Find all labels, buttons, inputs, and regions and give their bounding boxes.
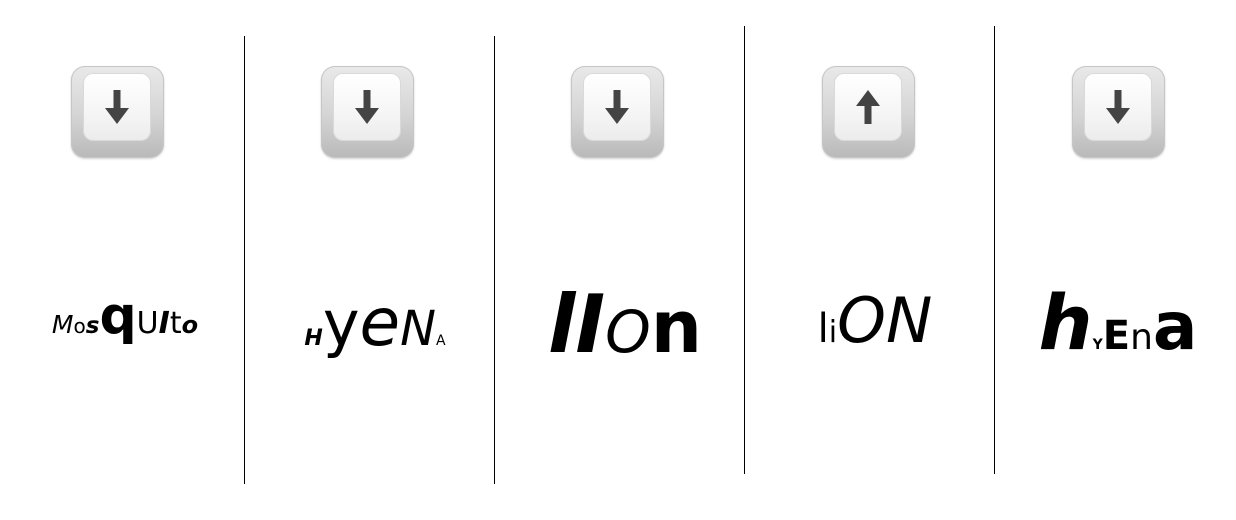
key-face xyxy=(1085,74,1151,140)
scrambled-word: l I O n xyxy=(500,285,750,375)
key-down-button[interactable] xyxy=(71,66,164,158)
scrambled-word: l i O N xyxy=(750,290,1000,370)
panel-lion-2: l i O N xyxy=(750,0,1000,520)
word-letter: I xyxy=(158,306,170,341)
arrow-down-icon xyxy=(605,90,629,124)
word-letter: i xyxy=(828,315,838,350)
key-face xyxy=(584,74,650,140)
word-letter: e xyxy=(359,284,401,361)
key-down-button[interactable] xyxy=(321,66,414,158)
word-letter: n xyxy=(650,285,703,369)
word-letter: o xyxy=(181,311,199,339)
scrambled-word: M o s q U I t o xyxy=(0,290,250,370)
panel-mosquito: M o s q U I t o xyxy=(0,0,250,520)
scrambled-word: H y e N A xyxy=(250,290,500,370)
arrow-down-icon xyxy=(105,90,129,124)
word-letter: U xyxy=(136,306,159,341)
key-down-button[interactable] xyxy=(1072,66,1165,158)
word-letter: E xyxy=(1102,313,1131,359)
arrow-up-icon xyxy=(856,90,880,124)
word-letter: y xyxy=(322,287,360,360)
word-letter: M xyxy=(51,310,74,339)
word-letter: O xyxy=(837,284,886,357)
panel-lion-1: l I O n xyxy=(500,0,750,520)
word-letter: A xyxy=(436,333,446,349)
word-letter: a xyxy=(1152,288,1198,365)
word-letter: Y xyxy=(1092,337,1103,353)
word-letter: N xyxy=(400,301,437,357)
arrow-down-icon xyxy=(355,90,379,124)
word-letter: t xyxy=(169,306,182,341)
panel-hyena: H y e N A xyxy=(250,0,500,520)
word-letter: n xyxy=(1130,317,1153,358)
key-face xyxy=(334,74,400,140)
key-up-button[interactable] xyxy=(822,66,915,158)
word-letter: N xyxy=(885,284,933,357)
word-letter: H xyxy=(304,326,323,351)
word-letter: I xyxy=(575,278,606,371)
key-face xyxy=(835,74,901,140)
panel-hyena-2: h Y E n a xyxy=(1000,0,1236,520)
word-letter: o xyxy=(73,314,86,338)
word-letter: O xyxy=(605,298,651,366)
word-letter: s xyxy=(85,313,100,339)
arrow-down-icon xyxy=(1106,90,1130,124)
word-letter: h xyxy=(1038,278,1093,367)
word-letter: q xyxy=(99,286,137,346)
key-face xyxy=(84,74,150,140)
scrambled-word: h Y E n a xyxy=(1000,285,1236,370)
word-letter: l xyxy=(817,306,829,352)
key-down-button[interactable] xyxy=(571,66,664,158)
word-letter: l xyxy=(547,278,576,371)
